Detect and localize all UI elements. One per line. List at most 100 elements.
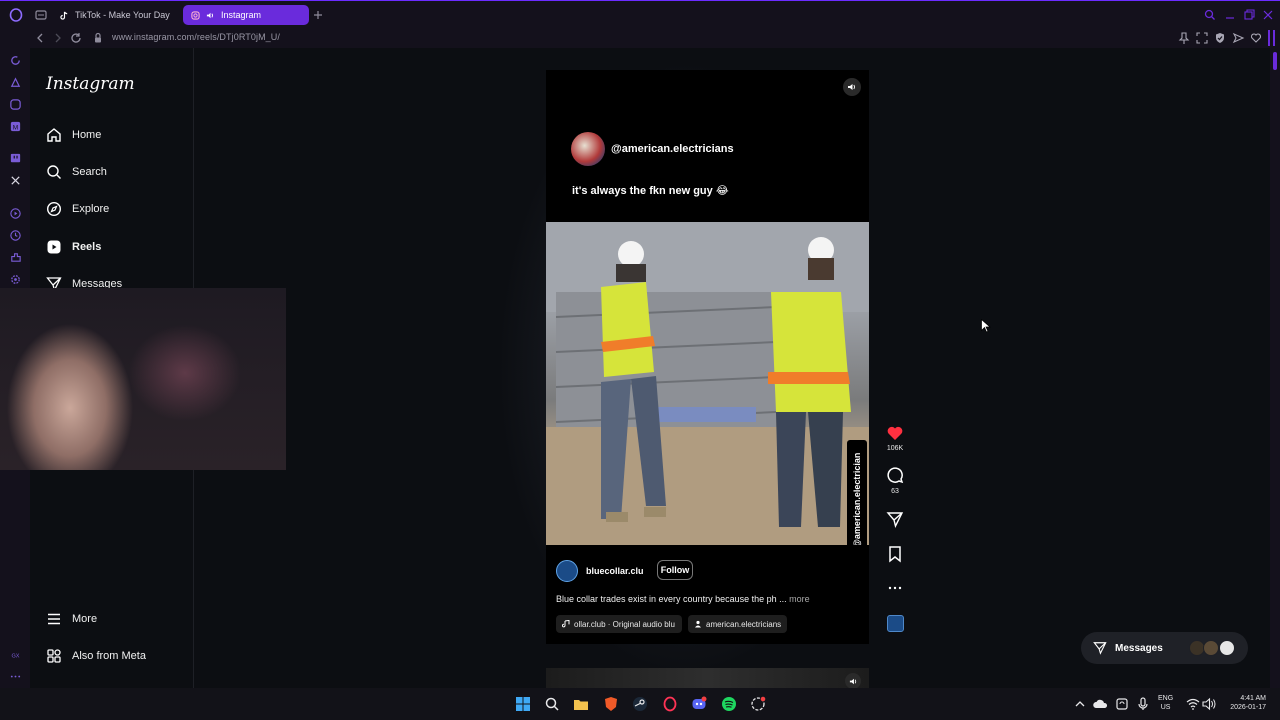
overlay-handle: @american.electricians	[611, 143, 734, 155]
description-text: Blue collar trades exist in every countr…	[556, 594, 787, 604]
minimize-icon[interactable]	[1223, 8, 1237, 22]
tab-overview-icon[interactable]	[34, 8, 48, 22]
overlay-caption: it's always the fkn new guy 😂	[572, 185, 729, 197]
spotify-icon[interactable]	[721, 696, 737, 712]
overlay-avatar	[571, 132, 605, 166]
audio-thumbnail[interactable]	[887, 615, 904, 632]
reel-video[interactable]: Credit: @american.electrician	[546, 222, 869, 545]
nav-explore[interactable]: Explore	[46, 199, 109, 219]
tray-overflow-icon[interactable]	[1072, 696, 1088, 712]
opera-logo-icon[interactable]	[9, 8, 23, 22]
comment-icon[interactable]	[886, 467, 904, 485]
brave-browser-icon[interactable]	[603, 696, 619, 712]
nav-also-from-meta-label: Also from Meta	[72, 650, 146, 662]
system-clock[interactable]: 4:41 AM 2026-01-17	[1218, 694, 1266, 712]
meta-app-icon[interactable]: M	[9, 120, 22, 133]
video-frame	[546, 222, 869, 545]
extensions-icon[interactable]	[9, 251, 22, 264]
gx-corner-icon[interactable]: GX	[9, 648, 22, 661]
crypto-wallet-icon[interactable]	[9, 76, 22, 89]
new-tab-icon[interactable]	[311, 8, 325, 22]
message-avatar	[1219, 640, 1235, 656]
microphone-icon[interactable]	[1135, 696, 1151, 712]
discord-icon[interactable]	[691, 696, 707, 712]
back-icon[interactable]	[33, 31, 47, 45]
mouse-cursor-icon	[981, 319, 991, 333]
scrollbar-thumb[interactable]	[1273, 52, 1277, 70]
lock-icon[interactable]	[91, 31, 105, 45]
bookmark-heart-icon[interactable]	[1249, 31, 1263, 45]
reload-icon[interactable]	[69, 31, 83, 45]
tab-tiktok[interactable]: TikTok - Make Your Day	[52, 5, 180, 25]
author-name[interactable]: bluecollar.clu	[586, 566, 644, 576]
player-icon[interactable]	[9, 207, 22, 220]
restore-icon[interactable]	[1242, 8, 1256, 22]
nav-more-label: More	[72, 613, 98, 625]
aria-ai-icon[interactable]	[9, 54, 22, 67]
windows-start-icon[interactable]	[515, 696, 531, 712]
forward-icon[interactable]	[51, 31, 65, 45]
svg-text:M: M	[13, 124, 18, 131]
messages-icon	[1093, 642, 1107, 655]
nav-also-from-meta[interactable]: Also from Meta	[46, 646, 146, 666]
mute-button[interactable]	[843, 78, 861, 96]
share-icon[interactable]	[886, 510, 904, 528]
webcam-overlay	[0, 288, 286, 470]
sidebar-toggle[interactable]	[1268, 30, 1270, 46]
more-link[interactable]: more	[789, 594, 810, 604]
like-icon[interactable]	[886, 424, 904, 442]
credit-watermark: Credit: @american.electrician	[847, 440, 867, 545]
messages-button[interactable]: Messages	[1081, 632, 1248, 664]
nav-home[interactable]: Home	[46, 125, 101, 145]
tab-instagram[interactable]: Instagram	[183, 5, 309, 25]
settings-icon[interactable]	[9, 273, 22, 286]
lang-bottom: US	[1160, 704, 1171, 711]
nav-search[interactable]: Search	[46, 162, 107, 182]
author-avatar[interactable]	[556, 560, 578, 582]
system-monitor-icon[interactable]	[750, 696, 766, 712]
adblock-shield-icon[interactable]	[1213, 31, 1227, 45]
reel-card[interactable]: @american.electricians it's always the f…	[546, 70, 869, 644]
clock-date: 2026-01-17	[1230, 704, 1266, 711]
audio-pill[interactable]: ollar.club · Original audio blu	[556, 615, 682, 633]
twitch-icon[interactable]	[9, 152, 22, 165]
messages-button-label: Messages	[1115, 642, 1163, 654]
steam-icon[interactable]	[632, 696, 648, 712]
send-icon[interactable]	[1231, 31, 1245, 45]
volume-icon[interactable]	[1201, 696, 1217, 712]
close-icon[interactable]	[1261, 8, 1275, 22]
audio-playing-icon[interactable]	[206, 11, 215, 20]
onedrive-icon[interactable]	[1093, 696, 1109, 712]
save-icon[interactable]	[886, 545, 904, 563]
messenger-icon[interactable]	[9, 98, 22, 111]
page-scrollbar[interactable]	[1270, 48, 1280, 688]
more-options-icon[interactable]	[9, 670, 22, 683]
next-reel-preview[interactable]	[546, 668, 869, 688]
sidebar-toggle-2[interactable]	[1273, 30, 1275, 46]
keyboard-language[interactable]: ENG US	[1158, 694, 1173, 712]
nav-reels-label: Reels	[72, 241, 102, 253]
nav-more[interactable]: More	[46, 609, 97, 629]
meta-grid-icon	[47, 649, 61, 663]
follow-button[interactable]: Follow	[657, 560, 693, 580]
instagram-logo[interactable]: Instagram	[46, 74, 135, 94]
x-twitter-icon[interactable]	[9, 174, 22, 187]
reel-description[interactable]: Blue collar trades exist in every countr…	[556, 594, 810, 604]
lang-top: ENG	[1158, 695, 1174, 702]
search-icon[interactable]	[544, 696, 560, 712]
next-reel-mute-button[interactable]	[845, 673, 861, 688]
file-explorer-icon[interactable]	[573, 696, 589, 712]
pin-icon[interactable]	[1177, 31, 1191, 45]
credit-text: Credit: @american.electrician	[852, 452, 862, 545]
wifi-icon[interactable]	[1185, 696, 1201, 712]
comment-count: 63	[891, 488, 899, 495]
more-icon[interactable]	[886, 579, 904, 597]
nav-reels[interactable]: Reels	[46, 237, 101, 257]
history-icon[interactable]	[9, 229, 22, 242]
sync-icon[interactable]	[1114, 696, 1130, 712]
url-field[interactable]: www.instagram.com/reels/DTj0RT0jM_U/	[112, 32, 280, 42]
tagged-user-pill[interactable]: american.electricians	[688, 615, 788, 633]
search-tabs-icon[interactable]	[1203, 8, 1217, 22]
snapshot-icon[interactable]	[1195, 31, 1209, 45]
opera-gx-icon[interactable]	[662, 696, 678, 712]
